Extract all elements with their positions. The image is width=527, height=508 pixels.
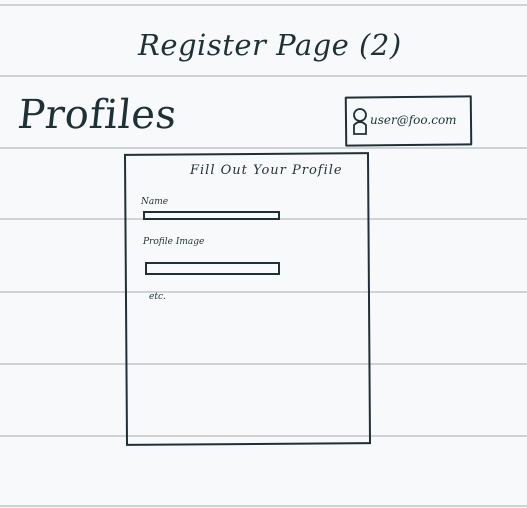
profile-image-label: Profile Image — [143, 237, 205, 247]
form-title: Fill Out Your Profile — [190, 163, 343, 178]
app-title: Profiles — [15, 92, 180, 138]
profile-image-input[interactable] — [145, 262, 280, 275]
notebook-rule — [0, 505, 527, 507]
user-icon — [353, 108, 367, 135]
notebook-rule — [0, 147, 527, 149]
name-input[interactable] — [143, 211, 280, 220]
name-label: Name — [141, 197, 169, 207]
more-fields-note: etc. — [149, 292, 166, 302]
user-email: user@foo.com — [370, 113, 457, 127]
notebook-rule — [0, 4, 527, 6]
notebook-rule — [0, 75, 527, 77]
page-heading: Register Page (2) — [138, 28, 402, 62]
